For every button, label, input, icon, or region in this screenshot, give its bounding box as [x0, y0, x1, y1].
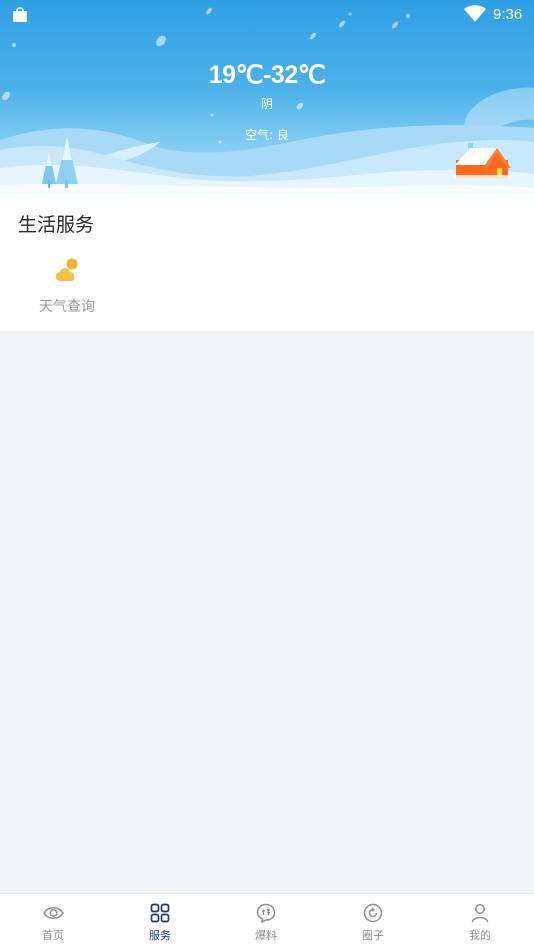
- nav-item-services[interactable]: 服务: [107, 894, 213, 949]
- eye-icon: [43, 907, 64, 919]
- status-bar: 9:36: [0, 0, 534, 30]
- chat-bubble-icon: [256, 903, 276, 923]
- section-title: 生活服务: [18, 214, 95, 236]
- person-icon: [471, 904, 489, 923]
- weather-cloud-sun-icon: [55, 258, 78, 281]
- nav-item-home[interactable]: 首页: [0, 894, 106, 949]
- temperature-range: 19℃-32℃: [208, 61, 326, 89]
- nav-label: 圈子: [362, 929, 384, 942]
- nav-label: 我的: [469, 929, 491, 942]
- wifi-icon: [464, 5, 486, 22]
- grid-icon: [150, 903, 170, 923]
- circle-refresh-icon: [363, 903, 383, 923]
- shopping-bag-icon: [13, 7, 27, 22]
- bottom-nav: 首页 服务 爆料 圈子 我的: [0, 893, 534, 949]
- nav-label: 首页: [42, 929, 64, 942]
- nav-item-circle[interactable]: 圈子: [320, 894, 426, 949]
- air-quality: 空气: 良: [245, 128, 289, 142]
- weather-header: 9:36 19℃-32℃ 阴 空气: 良: [0, 0, 534, 199]
- nav-label: 服务: [149, 929, 171, 942]
- life-services-section: 生活服务 天气查询: [0, 199, 534, 331]
- weather-condition: 阴: [260, 97, 273, 111]
- status-time: 9:36: [493, 6, 523, 23]
- service-item-weather[interactable]: 天气查询: [22, 253, 112, 323]
- nav-item-profile[interactable]: 我的: [427, 894, 533, 949]
- nav-item-tips[interactable]: 爆料: [213, 894, 319, 949]
- nav-label: 爆料: [255, 929, 277, 942]
- service-label: 天气查询: [39, 299, 95, 315]
